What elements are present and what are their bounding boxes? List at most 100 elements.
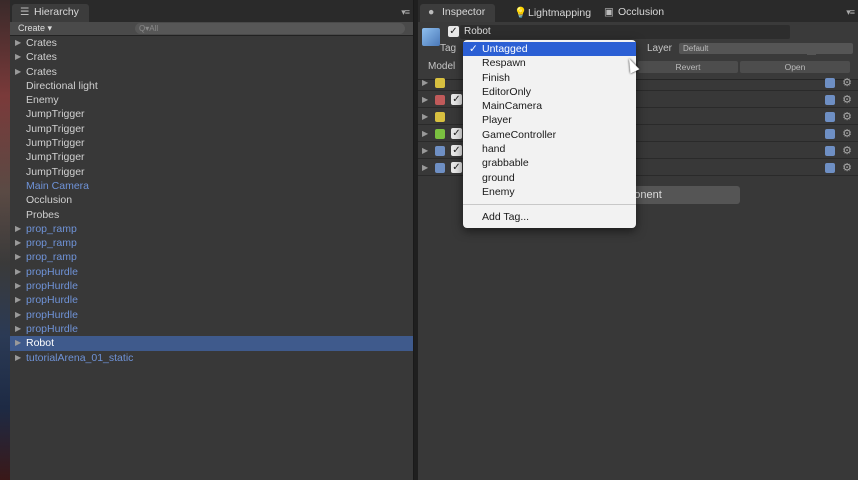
hierarchy-item[interactable]: Enemy	[10, 93, 413, 107]
hierarchy-item-label: JumpTrigger	[26, 137, 85, 150]
tag-menu-item-label: MainCamera	[482, 100, 543, 113]
hierarchy-item[interactable]: ▶ propHurdle	[10, 279, 413, 293]
tab-occlusion[interactable]: ▣ Occlusion	[596, 4, 674, 22]
tag-menu-item-label: Untagged	[482, 43, 528, 55]
help-icon[interactable]	[825, 78, 835, 88]
occlusion-icon: ▣	[604, 6, 614, 18]
help-icon[interactable]	[825, 163, 835, 173]
layer-dropdown[interactable]: Default	[679, 43, 853, 54]
tag-menu-item[interactable]: Player	[463, 113, 636, 127]
gear-icon[interactable]: ⚙	[842, 76, 852, 89]
expand-arrow-icon[interactable]: ▶	[422, 129, 428, 138]
panel-menu-icon[interactable]: ▾≡	[846, 7, 855, 18]
tag-menu-item[interactable]: Finish	[463, 71, 636, 85]
gear-icon[interactable]: ⚙	[842, 110, 852, 123]
gear-icon[interactable]: ⚙	[842, 144, 852, 157]
hierarchy-item[interactable]: Directional light	[10, 79, 413, 93]
expand-arrow-icon[interactable]: ▶	[15, 50, 21, 64]
tag-menu-item[interactable]: MainCamera	[463, 99, 636, 113]
hierarchy-item-label: JumpTrigger	[26, 165, 85, 178]
expand-arrow-icon[interactable]: ▶	[422, 163, 428, 172]
help-icon[interactable]	[825, 112, 835, 122]
tab-inspector[interactable]: ● Inspector	[420, 4, 496, 22]
hierarchy-item[interactable]: ▶ propHurdle	[10, 293, 413, 307]
hierarchy-item-label: Robot	[26, 337, 55, 350]
hierarchy-item-label: Directional light	[26, 79, 98, 92]
hierarchy-item-label: propHurdle	[26, 322, 78, 335]
hierarchy-item[interactable]: ▶ Robot	[10, 336, 413, 351]
revert-button[interactable]: Revert	[638, 61, 738, 73]
open-button[interactable]: Open	[740, 61, 850, 73]
hierarchy-item[interactable]: ▶ Crates	[10, 36, 413, 50]
tag-menu-item[interactable]: Enemy	[463, 185, 636, 199]
expand-arrow-icon[interactable]: ▶	[15, 222, 21, 236]
gear-icon[interactable]: ⚙	[842, 127, 852, 140]
tag-menu-item[interactable]: hand	[463, 142, 636, 156]
tag-menu-item[interactable]: EditorOnly	[463, 85, 636, 99]
component-enable-checkbox[interactable]: ✓	[451, 162, 462, 173]
expand-arrow-icon[interactable]: ▶	[422, 112, 428, 121]
hierarchy-toolbar: Create ▾ Q▾All	[10, 22, 413, 36]
hierarchy-item[interactable]: ▶ Crates	[10, 50, 413, 64]
hierarchy-item[interactable]: Main Camera	[10, 179, 413, 193]
expand-arrow-icon[interactable]: ▶	[15, 351, 21, 365]
tag-menu-item-label: Finish	[482, 71, 511, 84]
hierarchy-item[interactable]: ▶ prop_ramp	[10, 222, 413, 236]
hierarchy-item[interactable]: ▶ tutorialArena_01_static	[10, 351, 413, 365]
hierarchy-item-label: propHurdle	[26, 294, 78, 307]
hierarchy-item[interactable]: JumpTrigger	[10, 122, 413, 136]
expand-arrow-icon[interactable]: ▶	[15, 265, 21, 279]
tag-menu-item[interactable]: Respawn	[463, 56, 636, 70]
expand-arrow-icon[interactable]: ▶	[15, 293, 21, 307]
component-icon	[435, 163, 445, 173]
component-enable-checkbox[interactable]: ✓	[451, 94, 462, 105]
hierarchy-item[interactable]: Probes	[10, 208, 413, 222]
add-tag-menu-item[interactable]: Add Tag...	[463, 210, 636, 224]
expand-arrow-icon[interactable]: ▶	[15, 36, 21, 50]
expand-arrow-icon[interactable]: ▶	[15, 322, 21, 336]
expand-arrow-icon[interactable]: ▶	[15, 308, 21, 322]
expand-arrow-icon[interactable]: ▶	[422, 78, 428, 87]
tag-menu-item[interactable]: GameController	[463, 128, 636, 142]
hierarchy-item[interactable]: JumpTrigger	[10, 136, 413, 150]
expand-arrow-icon[interactable]: ▶	[15, 336, 21, 350]
hierarchy-item[interactable]: Occlusion	[10, 193, 413, 207]
tab-hierarchy[interactable]: ☰ Hierarchy	[12, 4, 89, 22]
hierarchy-item[interactable]: ▶ prop_ramp	[10, 250, 413, 264]
object-name-field[interactable]: Robot	[460, 25, 790, 39]
expand-arrow-icon[interactable]: ▶	[15, 250, 21, 264]
tab-lightmapping[interactable]: 💡Lightmapping	[506, 4, 601, 22]
hierarchy-item[interactable]: JumpTrigger	[10, 150, 413, 164]
component-enable-checkbox[interactable]: ✓	[451, 128, 462, 139]
help-icon[interactable]	[825, 95, 835, 105]
component-icon	[435, 129, 445, 139]
hierarchy-item-label: Enemy	[26, 94, 59, 107]
active-checkbox[interactable]: ✓	[448, 26, 459, 37]
expand-arrow-icon[interactable]: ▶	[422, 95, 428, 104]
tag-menu-item[interactable]: ground	[463, 171, 636, 185]
hierarchy-item[interactable]: JumpTrigger	[10, 165, 413, 179]
hierarchy-item[interactable]: ▶ prop_ramp	[10, 236, 413, 250]
create-button[interactable]: Create ▾	[18, 23, 52, 34]
expand-arrow-icon[interactable]: ▶	[15, 236, 21, 250]
tag-menu-item-label: Player	[482, 114, 512, 127]
hierarchy-item[interactable]: ▶ Crates	[10, 65, 413, 79]
expand-arrow-icon[interactable]: ▶	[422, 146, 428, 155]
help-icon[interactable]	[825, 146, 835, 156]
tag-menu-item[interactable]: grabbable	[463, 156, 636, 170]
help-icon[interactable]	[825, 129, 835, 139]
hierarchy-item[interactable]: ▶ propHurdle	[10, 265, 413, 279]
expand-arrow-icon[interactable]: ▶	[15, 279, 21, 293]
hierarchy-item-label: JumpTrigger	[26, 108, 85, 121]
tag-menu-item[interactable]: ✓ Untagged	[463, 42, 636, 57]
gear-icon[interactable]: ⚙	[842, 93, 852, 106]
gear-icon[interactable]: ⚙	[842, 161, 852, 174]
model-label: Model	[428, 61, 456, 72]
expand-arrow-icon[interactable]: ▶	[15, 65, 21, 79]
hierarchy-item[interactable]: ▶ propHurdle	[10, 308, 413, 322]
component-enable-checkbox[interactable]: ✓	[451, 145, 462, 156]
search-input[interactable]: Q▾All	[135, 23, 405, 34]
panel-menu-icon[interactable]: ▾≡	[401, 7, 410, 18]
hierarchy-item[interactable]: ▶ propHurdle	[10, 322, 413, 336]
hierarchy-item[interactable]: JumpTrigger	[10, 107, 413, 121]
